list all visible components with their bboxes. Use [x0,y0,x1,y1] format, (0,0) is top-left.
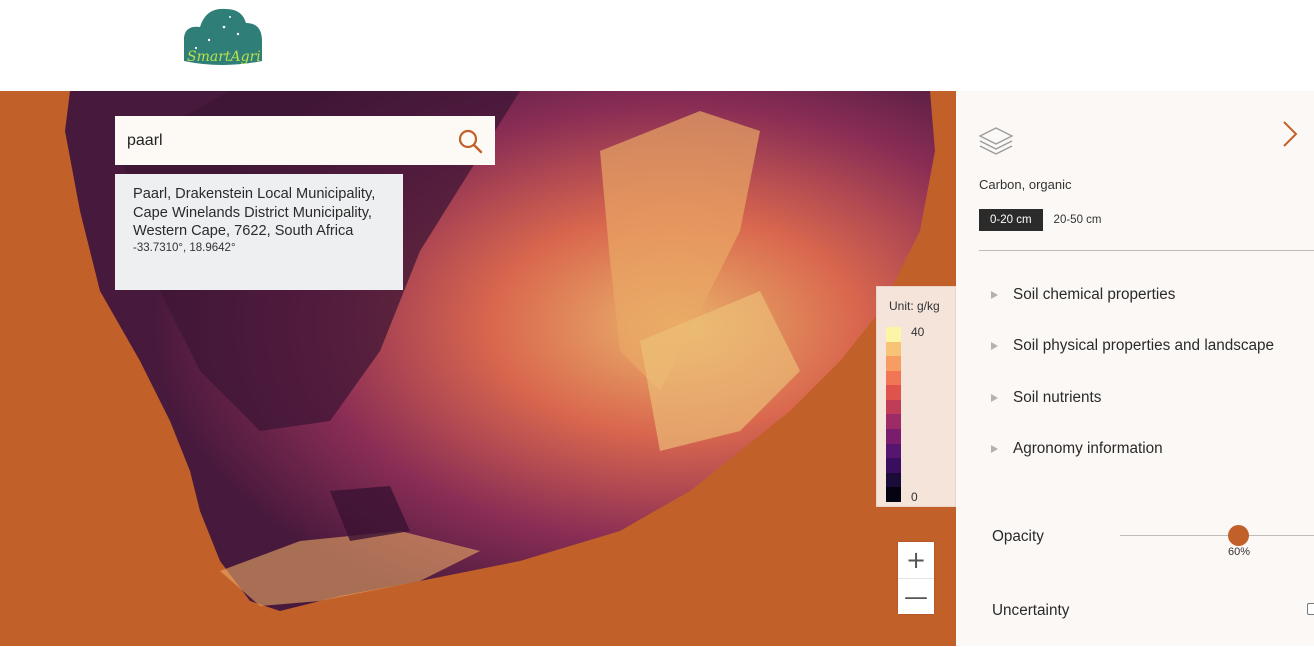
smartagri-logo[interactable]: SmartAgri [182,7,264,67]
zoom-controls: + — [898,542,934,614]
category-soil-nutrients[interactable]: Soil nutrients [991,389,1101,407]
svg-text:SmartAgri: SmartAgri [187,49,261,65]
layers-icon [978,127,1014,155]
search-result-item[interactable]: Paarl, Drakenstein Local Municipality, C… [115,174,403,290]
category-agronomy[interactable]: Agronomy information [991,440,1163,458]
uncertainty-checkbox[interactable] [1307,603,1314,615]
expand-triangle-icon [991,445,998,453]
legend-max: 40 [911,325,925,339]
search-input[interactable] [127,131,457,150]
legend-color-bar [886,327,901,502]
search-icon[interactable] [457,128,483,154]
legend-color-step [886,429,901,444]
category-soil-chemical[interactable]: Soil chemical properties [991,286,1175,304]
legend-color-step [886,370,901,386]
category-label: Soil chemical properties [1013,286,1176,303]
result-address: Paarl, Drakenstein Local Municipality, C… [133,186,376,240]
search-bar [115,116,495,165]
legend-color-step [886,414,901,430]
category-soil-physical[interactable]: Soil physical properties and landscape [991,337,1274,355]
legend-color-step [886,385,901,400]
legend-color-step [886,472,901,488]
legend-color-step [886,458,901,473]
result-coordinates: -33.7310°, 18.9642° [133,241,236,254]
depth-tabs: 0-20 cm 20-50 cm [979,209,1112,231]
legend-color-step [886,487,901,502]
layer-panel: Carbon, organic 0-20 cm 20-50 cm Soil ch… [956,91,1314,646]
legend-color-step [886,399,901,415]
opacity-slider-track[interactable] [1120,535,1314,536]
opacity-value: 60% [1228,546,1251,558]
opacity-slider-thumb[interactable] [1228,525,1249,546]
category-label: Soil physical properties and landscape [1013,337,1275,354]
category-label: Soil nutrients [1013,389,1102,406]
legend-color-step [886,443,901,459]
legend-unit: Unit: g/kg [889,299,940,313]
expand-triangle-icon [991,394,998,402]
zoom-out-button[interactable]: — [898,578,934,614]
opacity-label: Opacity [992,528,1044,545]
tab-depth-0-20[interactable]: 0-20 cm [979,209,1043,231]
divider [979,250,1314,251]
legend-color-step [886,327,901,342]
active-layer-name: Carbon, organic [979,177,1072,192]
expand-triangle-icon [991,342,998,350]
uncertainty-label: Uncertainty [992,602,1070,619]
chevron-right-icon[interactable] [1281,120,1299,148]
expand-triangle-icon [991,291,998,299]
zoom-in-button[interactable]: + [898,542,934,578]
legend-min: 0 [911,490,918,504]
legend-color-step [886,356,901,371]
legend-color-step [886,341,901,357]
tab-depth-20-50[interactable]: 20-50 cm [1043,209,1113,231]
soil-map[interactable]: Paarl, Drakenstein Local Municipality, C… [0,91,956,646]
header: SmartAgri [0,0,1314,91]
map-legend: Unit: g/kg 40 0 [876,286,956,507]
category-label: Agronomy information [1013,440,1163,457]
